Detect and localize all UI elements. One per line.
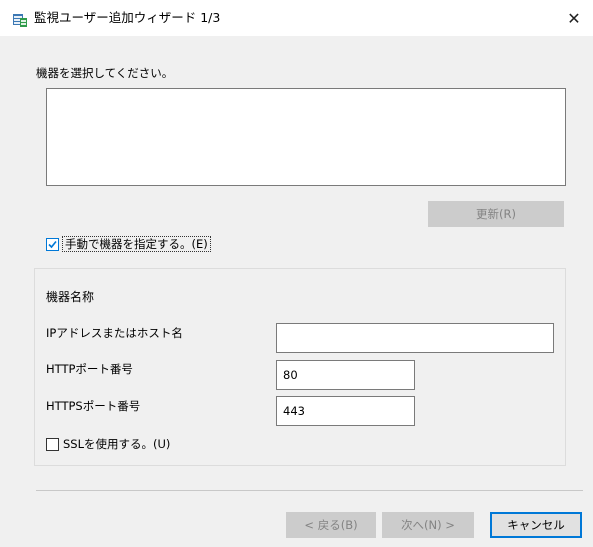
http-port-field[interactable]: 80: [276, 360, 415, 390]
refresh-button[interactable]: 更新(R): [428, 201, 564, 227]
checkmark-icon: [48, 240, 57, 249]
https-port-value: 443: [283, 404, 305, 418]
ssl-checkbox[interactable]: [46, 438, 59, 451]
http-port-label: HTTPポート番号: [46, 362, 133, 376]
ip-address-label: IPアドレスまたはホスト名: [46, 326, 183, 340]
title-bar: 監視ユーザー追加ウィザード 1/3 ✕: [0, 0, 593, 36]
cancel-button[interactable]: キャンセル: [490, 512, 582, 538]
device-listbox[interactable]: [46, 88, 566, 186]
next-button-label: 次へ(N) >: [401, 518, 455, 532]
device-name-group-title: 機器名称: [46, 290, 95, 304]
ip-address-field[interactable]: [276, 323, 554, 353]
monitor-app-icon: [12, 12, 28, 28]
window-title: 監視ユーザー追加ウィザード 1/3: [34, 10, 221, 25]
manual-device-label[interactable]: 手動で機器を指定する。(E): [62, 236, 211, 252]
next-button[interactable]: 次へ(N) >: [382, 512, 474, 538]
https-port-field[interactable]: 443: [276, 396, 415, 426]
refresh-button-label: 更新(R): [476, 207, 516, 221]
http-port-value: 80: [283, 368, 298, 382]
ssl-checkbox-label[interactable]: SSLを使用する。(U): [63, 437, 170, 451]
https-port-label: HTTPSポート番号: [46, 399, 141, 413]
cancel-button-label: キャンセル: [507, 518, 565, 532]
close-button[interactable]: ✕: [555, 0, 593, 36]
close-icon: ✕: [567, 8, 581, 28]
device-select-instruction: 機器を選択してください。: [36, 66, 174, 80]
back-button[interactable]: < 戻る(B): [286, 512, 376, 538]
footer-separator: [36, 490, 583, 491]
manual-device-checkbox[interactable]: [46, 238, 59, 251]
back-button-label: < 戻る(B): [304, 518, 358, 532]
